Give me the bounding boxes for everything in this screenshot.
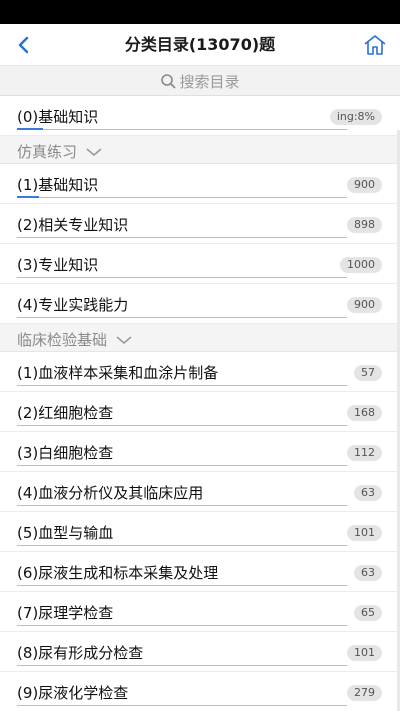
list-item-label: (4)血液分析仪及其临床应用 — [17, 484, 204, 502]
list-item[interactable]: (2)相关专业知识 898 — [0, 204, 400, 244]
count-badge: 168 — [347, 405, 382, 421]
list-item[interactable]: (7)尿理学检查 65 — [0, 592, 400, 632]
count-badge: 900 — [347, 297, 382, 313]
section-header-clinical[interactable]: 临床检验基础 — [0, 324, 400, 352]
progress-badge: ing:8% — [329, 109, 382, 125]
progress-track — [17, 665, 347, 666]
home-button[interactable] — [362, 32, 388, 58]
progress-track — [17, 505, 347, 506]
progress-track — [17, 545, 347, 546]
list-item[interactable]: (3)白细胞检查 112 — [0, 432, 400, 472]
progress-fill — [17, 196, 39, 198]
progress-track — [17, 385, 347, 386]
progress-track — [17, 465, 347, 466]
list-item[interactable]: (8)尿有形成分检查 101 — [0, 632, 400, 672]
count-badge: 900 — [347, 177, 382, 193]
progress-track — [17, 197, 347, 198]
progress-track — [17, 237, 347, 238]
section-header-simulation[interactable]: 仿真练习 — [0, 136, 400, 164]
back-button[interactable] — [10, 32, 38, 58]
list-item-label: (5)血型与输血 — [17, 524, 114, 542]
progress-track — [17, 129, 347, 130]
list-item[interactable]: (3)专业知识 1000 — [0, 244, 400, 284]
list-item-label: (9)尿液化学检查 — [17, 684, 129, 702]
progress-track — [17, 317, 347, 318]
count-badge: 63 — [354, 565, 382, 581]
list-item-label: (2)相关专业知识 — [17, 216, 129, 234]
progress-track — [17, 585, 347, 586]
count-badge: 898 — [347, 217, 382, 233]
list-item-label: (0)基础知识 — [17, 108, 99, 126]
page-title: 分类目录(13070)题 — [124, 35, 276, 54]
list-item-label: (3)专业知识 — [17, 256, 99, 274]
count-badge: 65 — [354, 605, 382, 621]
list-item-label: (6)尿液生成和标本采集及处理 — [17, 564, 219, 582]
list-item[interactable]: (5)血型与输血 101 — [0, 512, 400, 552]
list-item-label: (8)尿有形成分检查 — [17, 644, 144, 662]
count-badge: 112 — [347, 445, 382, 461]
search-bar[interactable]: 搜索目录 — [0, 66, 400, 96]
progress-fill — [17, 128, 43, 130]
list-item-top[interactable]: (0)基础知识 ing:8% — [0, 96, 400, 136]
list-item[interactable]: (1)血液样本采集和血涂片制备 57 — [0, 352, 400, 392]
progress-track — [17, 705, 347, 706]
search-icon — [161, 74, 176, 89]
list-item-label: (4)专业实践能力 — [17, 296, 129, 314]
progress-track — [17, 425, 347, 426]
list-item-label: (3)白细胞检查 — [17, 444, 114, 462]
count-badge: 101 — [347, 645, 382, 661]
count-badge: 63 — [354, 485, 382, 501]
chevron-down-icon — [86, 147, 102, 156]
list-item[interactable]: (2)红细胞检查 168 — [0, 392, 400, 432]
list-item[interactable]: (4)专业实践能力 900 — [0, 284, 400, 324]
chevron-down-icon — [116, 335, 132, 344]
list-item[interactable]: (9)尿液化学检查 279 — [0, 672, 400, 711]
list-item[interactable]: (4)血液分析仪及其临床应用 63 — [0, 472, 400, 512]
home-icon — [364, 35, 386, 55]
status-bar — [0, 0, 400, 24]
chevron-left-icon — [18, 36, 29, 54]
count-badge: 1000 — [340, 257, 382, 273]
nav-bar: 分类目录(13070)题 — [0, 24, 400, 66]
search-placeholder: 搜索目录 — [179, 72, 240, 91]
list-item-label: (1)血液样本采集和血涂片制备 — [17, 364, 219, 382]
list-item[interactable]: (6)尿液生成和标本采集及处理 63 — [0, 552, 400, 592]
count-badge: 101 — [347, 525, 382, 541]
list-item[interactable]: (1)基础知识 900 — [0, 164, 400, 204]
section-title: 仿真练习 — [17, 143, 78, 161]
list-item-label: (7)尿理学检查 — [17, 604, 114, 622]
count-badge: 279 — [347, 685, 382, 701]
list-item-label: (1)基础知识 — [17, 176, 99, 194]
progress-track — [17, 625, 347, 626]
count-badge: 57 — [354, 365, 382, 381]
progress-track — [17, 277, 347, 278]
section-title: 临床检验基础 — [17, 331, 108, 349]
list-item-label: (2)红细胞检查 — [17, 404, 114, 422]
search-input[interactable]: 搜索目录 — [0, 66, 400, 96]
